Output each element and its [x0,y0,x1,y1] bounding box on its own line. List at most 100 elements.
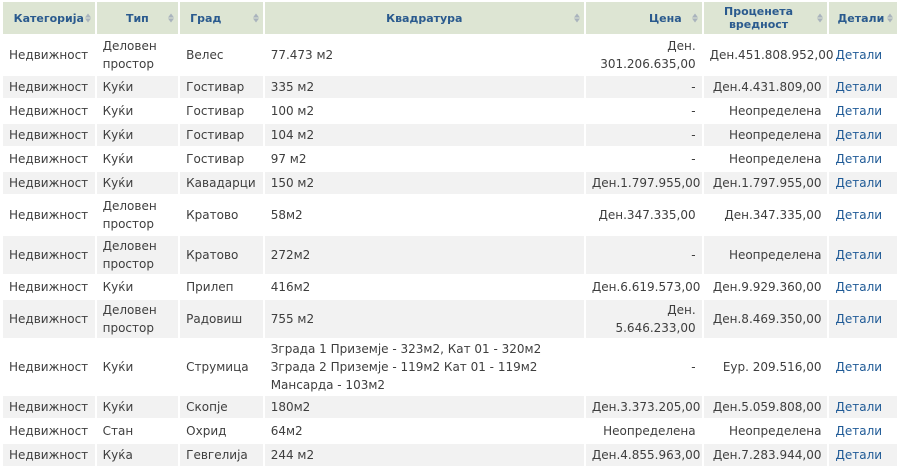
estimated-value-cell: Неопределена [703,420,828,442]
area-cell: 180м2 [264,396,584,418]
price-cell: - [585,76,702,98]
price-cell: Ден. 5.646.233,00 [585,300,702,338]
details-link[interactable]: Детали [835,280,882,294]
estimated-value-cell: Неопределена [703,124,828,146]
details-link[interactable]: Детали [835,312,882,326]
sort-icon[interactable] [252,13,259,23]
price-cell: Ден.1.797.955,00 [585,172,702,194]
details-link[interactable]: Детали [835,104,882,118]
table-row: Недвижност Куќи Гостивар 100 м2- Неопределен… [3,100,897,122]
column-header-price[interactable]: Цена [585,2,702,34]
table-row: Недвижност Куќи Скопје 180м2 Ден.3.373.205,0… [3,396,897,418]
estimated-value-cell: Ден.451.808.952,00 [703,36,833,74]
sort-icon[interactable] [573,13,580,23]
price-cell: - [585,148,702,170]
price-cell: Ден. 301.206.635,00 [585,36,702,74]
category-cell: Недвижност [3,100,95,122]
table-header-row: Категорија Тип Град Квадратура Цена Проц… [3,2,897,34]
details-link[interactable]: Детали [835,80,882,94]
area-cell: 97 м2 [264,148,584,170]
column-header-details[interactable]: Детали [829,2,897,34]
sort-icon[interactable] [168,13,175,23]
price-cell: Ден.4.855.963,00 [585,444,702,466]
details-link[interactable]: Детали [835,176,882,190]
category-cell: Недвижност [3,36,95,74]
table-row: Недвижност Деловен простор Велес 77.473 м2 Д… [3,36,897,74]
estimated-value-cell: Ден.1.797.955,00 [703,172,828,194]
price-cell: Ден.3.373.205,00 [585,396,702,418]
details-link[interactable]: Детали [835,152,882,166]
sort-icon[interactable] [817,13,824,23]
estimated-value-cell: Ден.347.335,00 [703,196,828,234]
details-link[interactable]: Детали [835,48,882,62]
details-cell: Детали [829,444,897,466]
type-cell: Деловен простор [96,36,179,74]
column-header-city[interactable]: Град [180,2,263,34]
table-row: Недвижност Куќи Струмица Зграда 1 Приземје … [3,340,897,394]
estimated-value-cell: Ден.4.431.809,00 [703,76,828,98]
category-cell: Недвижност [3,236,95,274]
details-cell: Детали [829,420,897,442]
details-cell: Детали [829,276,897,298]
column-header-area[interactable]: Квадратура [264,2,584,34]
table-row: Недвижност Куќи Гостивар 97 м2- Неопределена… [3,148,897,170]
table-row: Недвижност Деловен простор Кратово 58м2 Ден.… [3,196,897,234]
area-cell: 58м2 [264,196,584,234]
category-cell: Недвижност [3,444,95,466]
sort-icon[interactable] [691,13,698,23]
price-cell: Ден.6.619.573,00 [585,276,702,298]
area-cell: 100 м2 [264,100,584,122]
details-link[interactable]: Детали [835,424,882,438]
city-cell: Скопје [180,396,263,418]
area-cell: 272м2 [264,236,584,274]
city-cell: Кратово [180,196,263,234]
type-cell: Стан [96,420,179,442]
city-cell: Гостивар [180,148,263,170]
estimated-value-cell: Ден.7.283.944,00 [703,444,828,466]
details-link[interactable]: Детали [835,360,882,374]
column-header-estimated[interactable]: Проценета вредност [703,2,828,34]
details-link[interactable]: Детали [835,128,882,142]
estimated-value-cell: Ден.9.929.360,00 [703,276,828,298]
category-cell: Недвижност [3,124,95,146]
estimated-value-cell: Неопределена [703,100,828,122]
details-cell: Детали [829,340,897,394]
area-cell: Зграда 1 Приземје - 323м2, Кат 01 - 320м… [264,340,584,394]
estimated-value-cell: Неопределена [703,148,828,170]
type-cell: Куќи [96,148,179,170]
area-cell: 416м2 [264,276,584,298]
column-header-type[interactable]: Тип [96,2,179,34]
details-cell: Детали [829,100,897,122]
city-cell: Кратово [180,236,263,274]
category-cell: Недвижност [3,172,95,194]
city-cell: Прилеп [180,276,263,298]
type-cell: Куќи [96,396,179,418]
type-cell: Куќи [96,76,179,98]
sort-icon[interactable] [887,13,893,23]
column-header-category[interactable]: Категорија [3,2,95,34]
estimated-value-cell: Ден.8.469.350,00 [703,300,828,338]
details-link[interactable]: Детали [835,248,882,262]
details-cell: Детали [829,196,897,234]
price-cell: Ден.347.335,00 [585,196,702,234]
type-cell: Куќи [96,172,179,194]
details-link[interactable]: Детали [835,208,882,222]
details-cell: Детали [829,396,897,418]
city-cell: Велес [180,36,263,74]
category-cell: Недвижност [3,148,95,170]
table-row: Недвижност Куќи Гостивар 335 м2- Ден.4.431.8… [3,76,897,98]
estimated-value-cell: Неопределена [703,236,828,274]
category-cell: Недвижност [3,196,95,234]
table-row: Недвижност Куќи Гостивар 104 м2- Неопределен… [3,124,897,146]
category-cell: Недвижност [3,396,95,418]
city-cell: Гостивар [180,76,263,98]
details-cell: Детали [829,76,897,98]
city-cell: Гевгелија [180,444,263,466]
category-cell: Недвижност [3,276,95,298]
sort-icon[interactable] [84,13,91,23]
area-cell: 64м2 [264,420,584,442]
city-cell: Гостивар [180,124,263,146]
details-link[interactable]: Детали [835,400,882,414]
table-row: Недвижност Куќи Кавадарци 150 м2 Ден.1.797.9… [3,172,897,194]
details-link[interactable]: Детали [835,448,882,462]
